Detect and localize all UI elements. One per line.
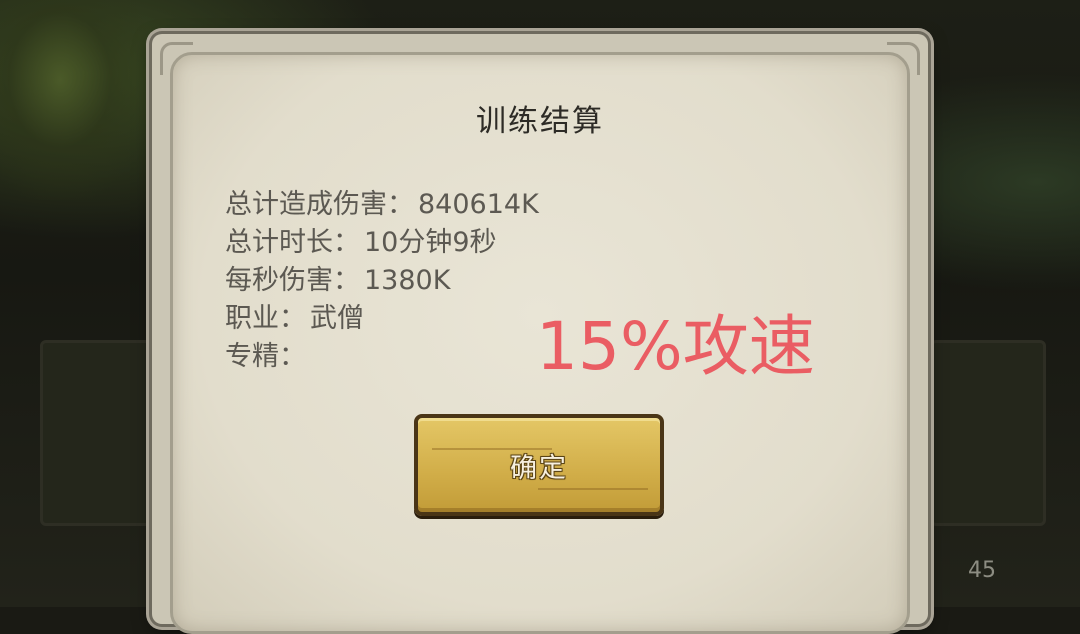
plank-grain bbox=[538, 488, 648, 490]
stat-label: 总计造成伤害： bbox=[225, 189, 414, 220]
dialog-title: 训练结算 bbox=[476, 104, 604, 139]
stat-value: 武僧 bbox=[310, 303, 364, 334]
background-slot-right bbox=[930, 340, 1046, 526]
stats-list: 总计造成伤害： 840614K 总计时长： 10分钟9秒 每秒伤害： 1380K 职业… bbox=[225, 186, 539, 376]
confirm-button-label: 确定 bbox=[510, 452, 568, 484]
stat-dps: 每秒伤害： 1380K bbox=[225, 262, 539, 300]
stat-label: 专精： bbox=[225, 341, 306, 372]
stat-value: 1380K bbox=[364, 265, 451, 296]
stat-label: 每秒伤害： bbox=[225, 265, 360, 296]
confirm-button[interactable]: 确定 bbox=[414, 414, 664, 516]
stat-specialization: 专精： bbox=[225, 338, 539, 376]
stat-total-duration: 总计时长： 10分钟9秒 bbox=[225, 224, 539, 262]
background-slot-left bbox=[40, 340, 156, 526]
corner-ornament-icon bbox=[160, 42, 193, 75]
stat-label: 职业： bbox=[225, 303, 306, 334]
stat-label: 总计时长： bbox=[225, 227, 360, 258]
overlay-annotation: 15%攻速 bbox=[536, 308, 815, 385]
background-slot-count: 45 bbox=[968, 558, 996, 583]
corner-ornament-icon bbox=[887, 42, 920, 75]
stat-value: 10分钟9秒 bbox=[364, 227, 497, 258]
plank-grain bbox=[432, 448, 552, 450]
stat-total-damage: 总计造成伤害： 840614K bbox=[225, 186, 539, 224]
stat-class: 职业： 武僧 bbox=[225, 300, 539, 338]
stat-value: 840614K bbox=[418, 189, 539, 220]
